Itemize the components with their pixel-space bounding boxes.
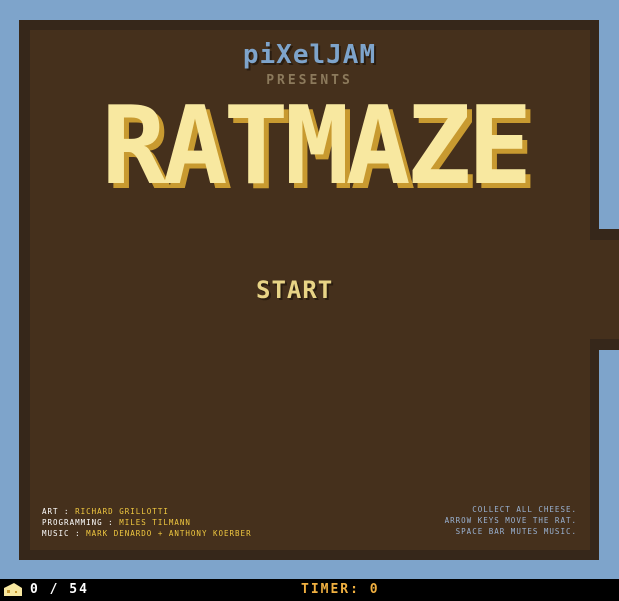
instruction-line: SPACE BAR MUTES MUSIC. [455,527,577,536]
credit-programming: PROGRAMMING : MILES TILMANN [42,518,191,527]
credit-art: ART : RICHARD GRILLOTTI [42,507,169,516]
start-button[interactable]: START [256,276,346,304]
cheese-icon [4,583,22,596]
presents-text: PRESENTS [266,73,353,88]
maze-exit-opening [590,240,619,339]
credits: ART : RICHARD GRILLOTTI PROGRAMMING : MI… [42,506,252,539]
game-title-logo: RATMAZE RATMAZE [101,95,537,195]
brand-logo: piXelJAM [242,40,377,70]
credit-music: MUSIC : MARK DENARDO + ANTHONY KOERBER [42,529,252,538]
svg-text:RATMAZE: RATMAZE [101,95,528,195]
instruction-line: ARROW KEYS MOVE THE RAT. [444,516,577,525]
instruction-line: COLLECT ALL CHEESE. [472,505,577,514]
instructions: COLLECT ALL CHEESE. ARROW KEYS MOVE THE … [445,504,577,537]
cheese-counter: 0 / 54 [30,582,89,597]
timer-display: TIMER: 0 [301,582,380,597]
